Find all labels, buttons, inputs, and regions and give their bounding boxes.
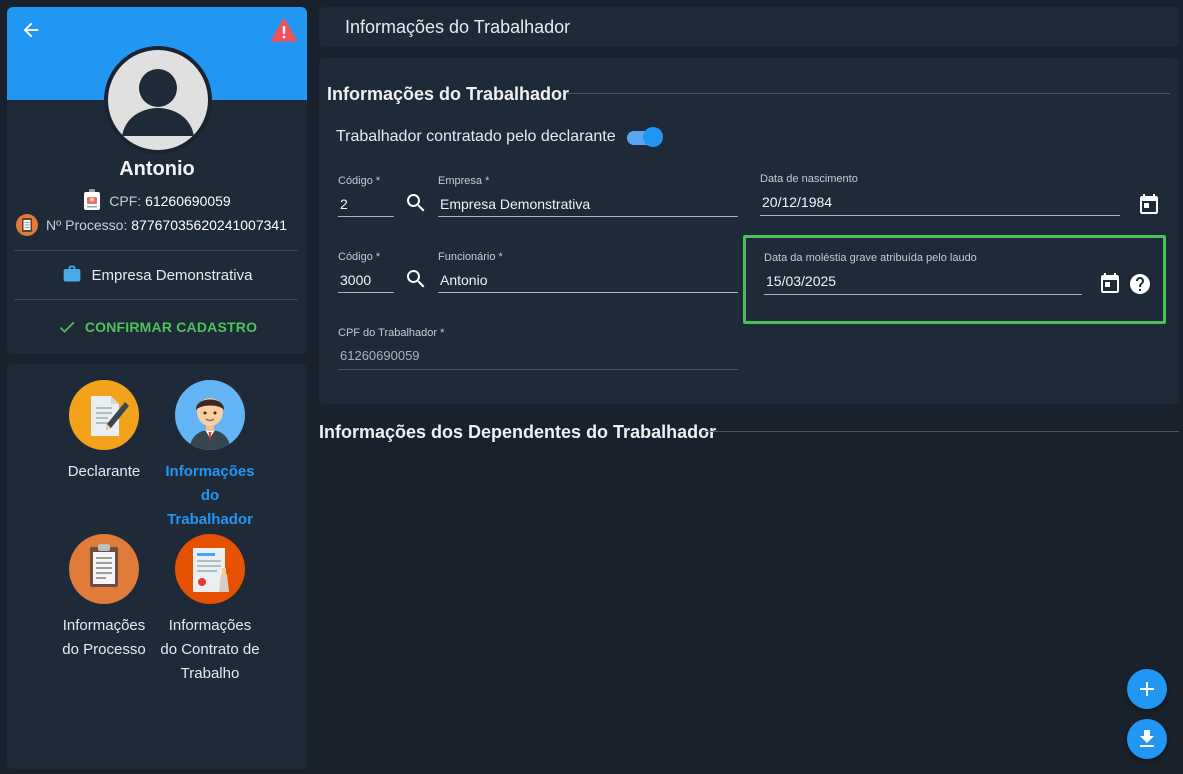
nav-label-declarante: Declarante	[67, 463, 141, 480]
nav-card: Declarante Informações do Trabalhador In…	[7, 364, 307, 769]
employee-field[interactable]: Funcionário * Antonio	[438, 251, 738, 293]
illness-date-value[interactable]: 15/03/2025	[766, 273, 836, 289]
search-employee-icon[interactable]	[404, 267, 428, 291]
cpf-line: CPF: 61260690059	[7, 189, 307, 211]
worker-cpf-value: 61260690059	[340, 348, 420, 363]
download-button[interactable]	[1127, 719, 1167, 759]
confirm-label: CONFIRMAR CADASTRO	[84, 319, 258, 335]
badge-id-icon	[83, 189, 101, 211]
process-label: Nº Processo:	[46, 217, 128, 233]
cpf-label: CPF:	[109, 193, 142, 209]
toggle-label: Trabalhador contratado pelo declarante	[336, 128, 616, 145]
hired-by-declarant-toggle[interactable]	[627, 127, 663, 147]
nav-label-process: Informações do Processo	[62, 617, 146, 658]
plus-icon	[1140, 682, 1154, 696]
section-title-dependents: Informações dos Dependentes do Trabalhad…	[319, 422, 717, 442]
company-label: Empresa *	[438, 175, 490, 187]
company-name: Empresa Demonstrativa	[91, 267, 253, 284]
employee-code-field[interactable]: Código * 3000	[338, 251, 394, 293]
section-divider	[567, 93, 1170, 94]
declarant-icon	[69, 380, 139, 450]
company-value[interactable]: Empresa Demonstrativa	[440, 196, 590, 212]
employee-code-value[interactable]: 3000	[340, 272, 371, 288]
person-icon	[122, 69, 194, 136]
check-icon	[57, 317, 77, 337]
profile-name: Antonio	[119, 158, 195, 180]
avatar	[104, 46, 212, 154]
search-company-icon[interactable]	[404, 191, 428, 215]
calendar-icon[interactable]	[1137, 193, 1161, 217]
illness-date-field[interactable]: Data da moléstia grave atribuída pelo la…	[764, 252, 1082, 295]
process-value: 87767035620241007341	[131, 217, 287, 233]
nav-item-process[interactable]: Informações do Processo	[54, 534, 154, 662]
employee-code-label: Código *	[338, 251, 381, 263]
divider	[14, 299, 298, 300]
worker-cpf-label: CPF do Trabalhador *	[338, 327, 445, 339]
briefcase-icon	[62, 264, 82, 284]
confirm-registration-button[interactable]: CONFIRMAR CADASTRO	[7, 317, 307, 337]
back-arrow-icon[interactable]	[20, 19, 42, 41]
company-field[interactable]: Empresa * Empresa Demonstrativa	[438, 175, 738, 217]
warning-icon[interactable]	[271, 18, 297, 42]
help-icon[interactable]	[1128, 272, 1152, 296]
nav-item-contract[interactable]: Informações do Contrato de Trabalho	[160, 534, 260, 686]
clipboard-icon	[69, 534, 139, 604]
nav-label-worker: Informações do Trabalhador	[165, 463, 255, 528]
profile-card: Antonio CPF: 61260690059 Nº Processo: 87…	[7, 7, 307, 354]
nav-item-declarante[interactable]: Declarante	[54, 380, 154, 484]
process-line: Nº Processo: 87767035620241007341	[16, 214, 307, 236]
section-divider	[703, 431, 1179, 432]
worker-form-card: Informações do Trabalhador Trabalhador c…	[319, 58, 1179, 404]
cpf-value: 61260690059	[145, 193, 231, 209]
contract-icon	[175, 534, 245, 604]
company-line: Empresa Demonstrativa	[7, 264, 307, 284]
employee-value[interactable]: Antonio	[440, 272, 487, 288]
company-code-field[interactable]: Código * 2	[338, 175, 394, 217]
page-header: Informações do Trabalhador	[319, 7, 1179, 47]
company-code-value[interactable]: 2	[340, 196, 348, 212]
illness-date-label: Data da moléstia grave atribuída pelo la…	[764, 252, 977, 264]
birth-date-field[interactable]: Data de nascimento 20/12/1984	[760, 173, 1120, 216]
calendar-icon[interactable]	[1098, 272, 1122, 296]
add-button[interactable]	[1127, 669, 1167, 709]
process-icon	[16, 214, 38, 236]
birth-date-label: Data de nascimento	[760, 173, 858, 185]
download-icon	[1140, 730, 1154, 747]
worker-icon	[175, 380, 245, 450]
nav-item-worker[interactable]: Informações do Trabalhador	[160, 380, 260, 532]
page-title: Informações do Trabalhador	[345, 17, 571, 37]
company-code-label: Código *	[338, 175, 381, 187]
birth-date-value[interactable]: 20/12/1984	[762, 194, 832, 210]
employee-label: Funcionário *	[438, 251, 503, 263]
section-title-worker: Informações do Trabalhador	[327, 84, 570, 104]
divider	[14, 250, 298, 251]
nav-label-contract: Informações do Contrato de Trabalho	[160, 617, 260, 682]
worker-cpf-field: CPF do Trabalhador * 61260690059	[338, 327, 738, 370]
